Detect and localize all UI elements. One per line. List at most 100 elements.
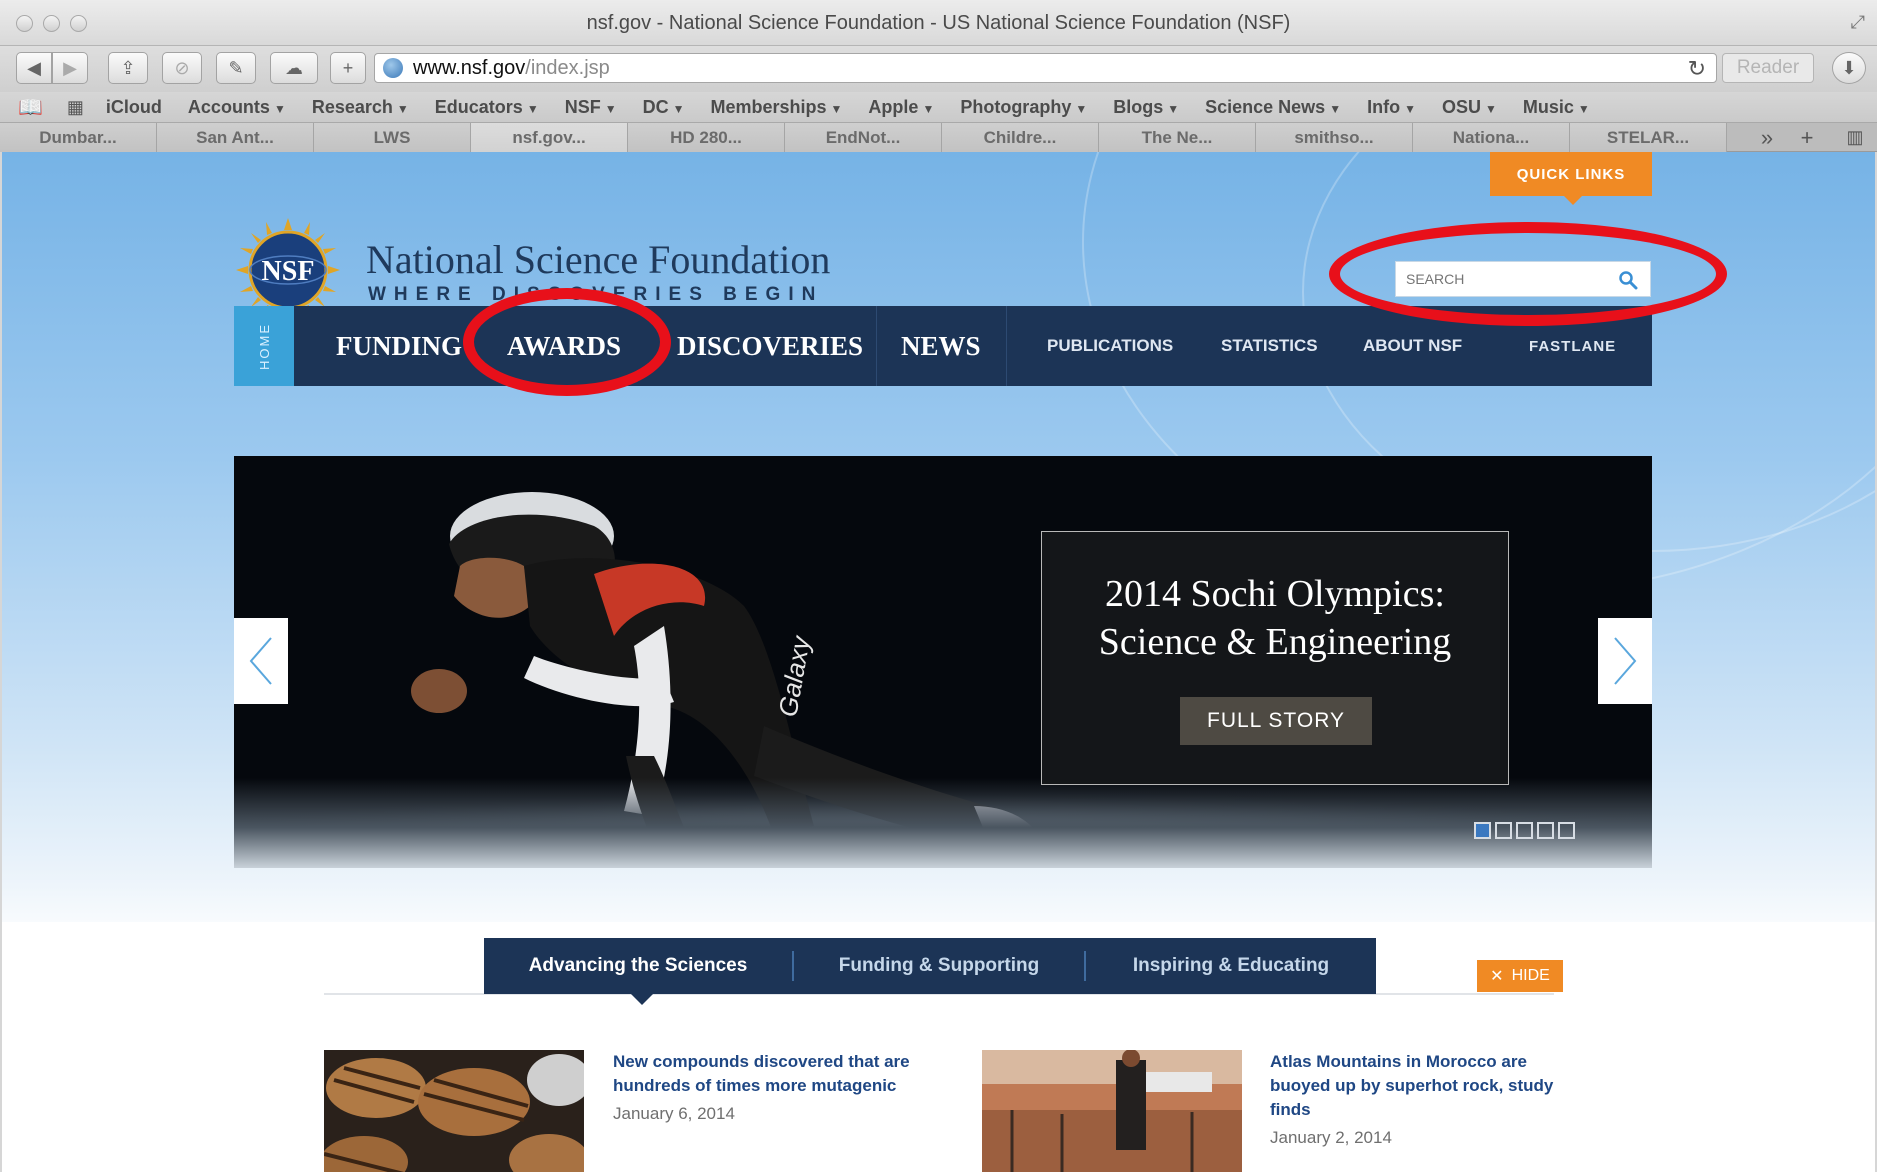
bookmark-icloud[interactable]: iCloud (106, 97, 162, 118)
hero-floor (234, 778, 1652, 868)
carousel-dot[interactable] (1537, 822, 1554, 839)
brand-name[interactable]: National Science Foundation (366, 236, 830, 283)
web-page: QUICK LINKS NSF National Science Foundat… (2, 152, 1875, 1172)
story-date: January 2, 2014 (1270, 1128, 1392, 1147)
tab-nsf[interactable]: nsf.gov... (471, 123, 628, 152)
bookmark-photography[interactable]: Photography ▼ (960, 97, 1087, 118)
stop-button[interactable]: ⊘ (162, 52, 202, 84)
hero-title-line2: Science & Engineering (1098, 621, 1452, 663)
bookmark-nsf[interactable]: NSF ▼ (565, 97, 617, 118)
bookmark-science-news[interactable]: Science News ▼ (1205, 97, 1341, 118)
nav-divider (876, 306, 877, 386)
tab-advancing-the-sciences[interactable]: Advancing the Sciences (484, 938, 792, 994)
bookmark-educators[interactable]: Educators ▼ (435, 97, 539, 118)
tab-lws[interactable]: LWS (314, 123, 471, 152)
hero-carousel[interactable]: Galaxy 2014 Sochi Olympics: Science & En… (234, 456, 1652, 868)
share-button[interactable]: ⇪ (108, 52, 148, 84)
tab-san-antonio[interactable]: San Ant... (157, 123, 314, 152)
carousel-dot[interactable] (1495, 822, 1512, 839)
carousel-prev-button[interactable] (234, 618, 288, 704)
tab-endnote[interactable]: EndNot... (785, 123, 942, 152)
reader-button[interactable]: Reader (1722, 53, 1814, 83)
tab-dumbar[interactable]: Dumbar... (0, 123, 157, 152)
nav-discoveries[interactable]: DISCOVERIES (677, 306, 863, 386)
grill-photo (324, 1050, 584, 1172)
browser-toolbar: ◀ ▶ ⇪ ⊘ ✎ ☁ + www.nsf.gov/index.jsp ↻ Re… (0, 46, 1877, 92)
reload-icon[interactable]: ↻ (1688, 56, 1706, 82)
address-bar[interactable]: www.nsf.gov/index.jsp ↻ (374, 53, 1717, 83)
tab-the-new[interactable]: The Ne... (1099, 123, 1256, 152)
carousel-dot[interactable] (1516, 822, 1533, 839)
chevron-left-icon (249, 637, 272, 685)
stop-icon: ⊘ (174, 57, 190, 78)
nsf-logo-text: NSF (262, 256, 315, 287)
forward-button[interactable]: ▶ (52, 52, 88, 84)
bookmark-music[interactable]: Music ▼ (1523, 97, 1590, 118)
story-link-atlas-mountains[interactable]: Atlas Mountains in Morocco are buoyed up… (1270, 1050, 1553, 1122)
tab-hd-280[interactable]: HD 280... (628, 123, 785, 152)
bookmark-accounts[interactable]: Accounts ▼ (188, 97, 286, 118)
story-link-mutagenic[interactable]: New compounds discovered that are hundre… (613, 1050, 910, 1098)
chevron-down-icon: ▼ (1577, 101, 1590, 116)
add-icon: + (342, 57, 354, 78)
story-title-line: buoyed up by superhot rock, study (1270, 1076, 1554, 1095)
tab-smithsonian[interactable]: smithso... (1256, 123, 1413, 152)
tab-overview-icon[interactable]: ▥ (1840, 123, 1870, 152)
chevron-down-icon: ▼ (1485, 101, 1497, 116)
downloads-button[interactable]: ⬇ (1832, 52, 1866, 84)
back-icon: ◀ (27, 57, 41, 78)
more-tabs-icon[interactable]: » (1752, 123, 1782, 152)
story-image-atlas[interactable] (982, 1050, 1242, 1172)
full-story-button[interactable]: FULL STORY (1180, 697, 1372, 745)
chevron-down-icon: ▼ (1329, 101, 1342, 116)
bookmark-memberships[interactable]: Memberships ▼ (710, 97, 842, 118)
hero-story-card: 2014 Sochi Olympics: Science & Engineeri… (1041, 531, 1509, 785)
add-tab-icon[interactable]: + (1792, 123, 1822, 152)
bookmark-info[interactable]: Info ▼ (1367, 97, 1416, 118)
story-title-line: hundreds of times more mutagenic (613, 1076, 897, 1095)
bookmark-dc[interactable]: DC ▼ (643, 97, 685, 118)
chevron-down-icon: ▼ (526, 101, 539, 116)
tab-stelar[interactable]: STELAR... (1570, 123, 1727, 152)
nav-publications[interactable]: PUBLICATIONS (1047, 306, 1173, 386)
icloud-icon: ☁ (285, 57, 303, 78)
carousel-dot[interactable] (1474, 822, 1491, 839)
chevron-down-icon: ▼ (273, 101, 286, 116)
nav-news[interactable]: NEWS (901, 306, 981, 386)
chevron-down-icon: ▼ (922, 101, 935, 116)
hero-title: 2014 Sochi Olympics: Science & Engineeri… (1042, 570, 1508, 666)
quick-links-button[interactable]: QUICK LINKS (1490, 152, 1652, 205)
reading-list-icon[interactable]: 📖 (18, 95, 43, 120)
bookmark-blogs[interactable]: Blogs ▼ (1113, 97, 1179, 118)
story-image-grill[interactable] (324, 1050, 584, 1172)
nav-funding[interactable]: FUNDING (336, 306, 462, 386)
back-button[interactable]: ◀ (16, 52, 52, 84)
tab-funding-supporting[interactable]: Funding & Supporting (794, 938, 1084, 994)
nav-home[interactable]: HOME (234, 306, 294, 386)
section-tabs: Advancing the Sciences Funding & Support… (484, 938, 1376, 994)
tab-national[interactable]: Nationa... (1413, 123, 1570, 152)
bookmark-osu[interactable]: OSU ▼ (1442, 97, 1497, 118)
bookmark-apple[interactable]: Apple ▼ (868, 97, 934, 118)
hero-title-line1: 2014 Sochi Olympics: (1105, 573, 1445, 615)
bookmark-research[interactable]: Research ▼ (312, 97, 409, 118)
carousel-next-button[interactable] (1598, 618, 1652, 704)
notes-button[interactable]: ✎ (216, 52, 256, 84)
carousel-dot[interactable] (1558, 822, 1575, 839)
window-titlebar: nsf.gov - National Science Foundation - … (0, 0, 1877, 46)
icloud-tabs-button[interactable]: ☁ (270, 52, 318, 84)
tab-inspiring-educating[interactable]: Inspiring & Educating (1086, 938, 1376, 994)
annotation-circle-awards (463, 288, 671, 396)
tab-children[interactable]: Childre... (942, 123, 1099, 152)
nav-statistics[interactable]: STATISTICS (1221, 306, 1318, 386)
chevron-down-icon: ▼ (672, 101, 685, 116)
desert-photo (982, 1050, 1242, 1172)
story-title-line: New compounds discovered that are (613, 1052, 910, 1071)
new-tab-button[interactable]: + (330, 52, 366, 84)
hide-button[interactable]: ✕ HIDE (1477, 960, 1563, 992)
chevron-down-icon: ▼ (1167, 101, 1180, 116)
fullscreen-icon[interactable]: ⤢ (1851, 12, 1865, 33)
top-sites-icon[interactable]: ▦ (67, 97, 84, 118)
chevron-down-icon: ▼ (1075, 101, 1088, 116)
bookmarks-bar: 📖 ▦ iCloud Accounts ▼ Research ▼ Educators… (0, 92, 1877, 122)
